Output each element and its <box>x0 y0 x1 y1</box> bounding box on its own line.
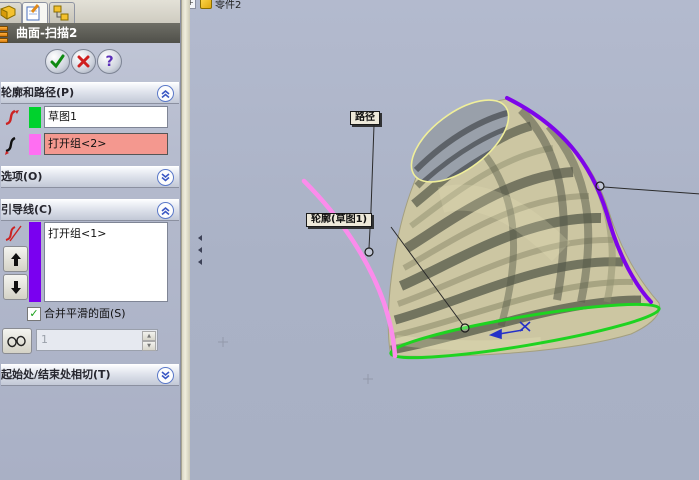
move-up-button[interactable] <box>3 246 28 272</box>
property-manager-panel: 曲面-扫描2 ? 轮廓和路径(P) 草图1 打开组<2> 选项(O) 引导线(C… <box>0 0 181 480</box>
splitter-handle-mark <box>198 247 202 253</box>
up-arrow-icon <box>10 252 21 266</box>
solidworks-window: 曲面-扫描2 ? 轮廓和路径(P) 草图1 打开组<2> 选项(O) 引导线(C… <box>0 0 699 480</box>
path-handle[interactable] <box>364 247 374 257</box>
section-number-spinner[interactable]: 1 ▲ ▼ <box>36 329 158 351</box>
merge-faces-label: 合并平滑的面(S) <box>44 307 126 320</box>
sweep-path-icon <box>5 136 16 155</box>
expand-chevron-icon[interactable] <box>157 169 174 186</box>
guide-list-item[interactable]: 打开组<1> <box>48 225 164 241</box>
spinner-arrows[interactable]: ▲ ▼ <box>142 331 156 351</box>
section-guide-curves[interactable]: 引导线(C) <box>1 199 179 221</box>
profile-color-swatch <box>29 107 41 128</box>
path-color-swatch <box>29 134 41 155</box>
section-options[interactable]: 选项(O) <box>1 166 179 188</box>
splitter-handle-mark <box>198 235 202 241</box>
show-sections-button[interactable] <box>2 328 32 354</box>
part-icon <box>0 5 16 20</box>
tree-item-label: 零件2 <box>215 0 242 11</box>
profile-handle[interactable] <box>460 323 470 333</box>
check-icon <box>50 54 65 69</box>
move-down-button[interactable] <box>3 274 28 300</box>
cancel-button[interactable] <box>71 49 96 74</box>
configuration-manager-tab[interactable] <box>49 2 75 23</box>
sweep-feature-icon <box>0 26 8 43</box>
x-icon <box>77 55 90 68</box>
panel-title: 曲面-扫描2 <box>0 23 180 43</box>
splitter-handle-mark <box>198 259 202 265</box>
expand-chevron-icon[interactable] <box>157 367 174 384</box>
path-curve[interactable] <box>301 178 398 359</box>
guide-color-swatch <box>29 222 41 302</box>
sweep-profile-icon <box>5 109 19 126</box>
collapse-chevron-icon[interactable] <box>157 202 174 219</box>
tree-expand-icon[interactable]: + <box>190 0 196 9</box>
feature-tree-tab[interactable] <box>0 2 22 23</box>
panel-tab-strip <box>0 0 180 24</box>
guide-leader <box>603 186 699 195</box>
glasses-icon <box>7 335 26 348</box>
merge-faces-checkbox[interactable]: ✓ <box>27 307 41 321</box>
graphics-viewport[interactable]: + 零件2 路径 轮廓(草图1) <box>190 0 699 480</box>
property-manager-tab[interactable] <box>22 2 48 23</box>
tree-item-part[interactable]: + 零件2 <box>190 0 241 11</box>
part-icon <box>200 0 212 9</box>
guide-curve-icon <box>5 225 22 242</box>
collapse-chevron-icon[interactable] <box>157 85 174 102</box>
path-selection-field[interactable]: 打开组<2> <box>44 133 168 155</box>
profile-callout[interactable]: 轮廓(草图1) <box>306 213 373 227</box>
path-callout-leader <box>368 124 375 249</box>
profile-selection-field[interactable]: 草图1 <box>44 106 168 128</box>
question-icon: ? <box>105 53 114 70</box>
section-start-end-tangency[interactable]: 起始处/结束处相切(T) <box>1 364 179 386</box>
help-button[interactable]: ? <box>97 49 122 74</box>
guide-handle[interactable] <box>595 181 605 191</box>
ok-button[interactable] <box>45 49 70 74</box>
note-pencil-icon <box>26 4 40 21</box>
path-callout[interactable]: 路径 <box>350 111 380 125</box>
guide-curve-list[interactable]: 打开组<1> <box>44 222 168 302</box>
down-arrow-icon <box>10 280 21 294</box>
section-profile-path[interactable]: 轮廓和路径(P) <box>1 82 179 104</box>
config-tree-icon <box>53 5 69 21</box>
model-canvas <box>218 96 699 384</box>
